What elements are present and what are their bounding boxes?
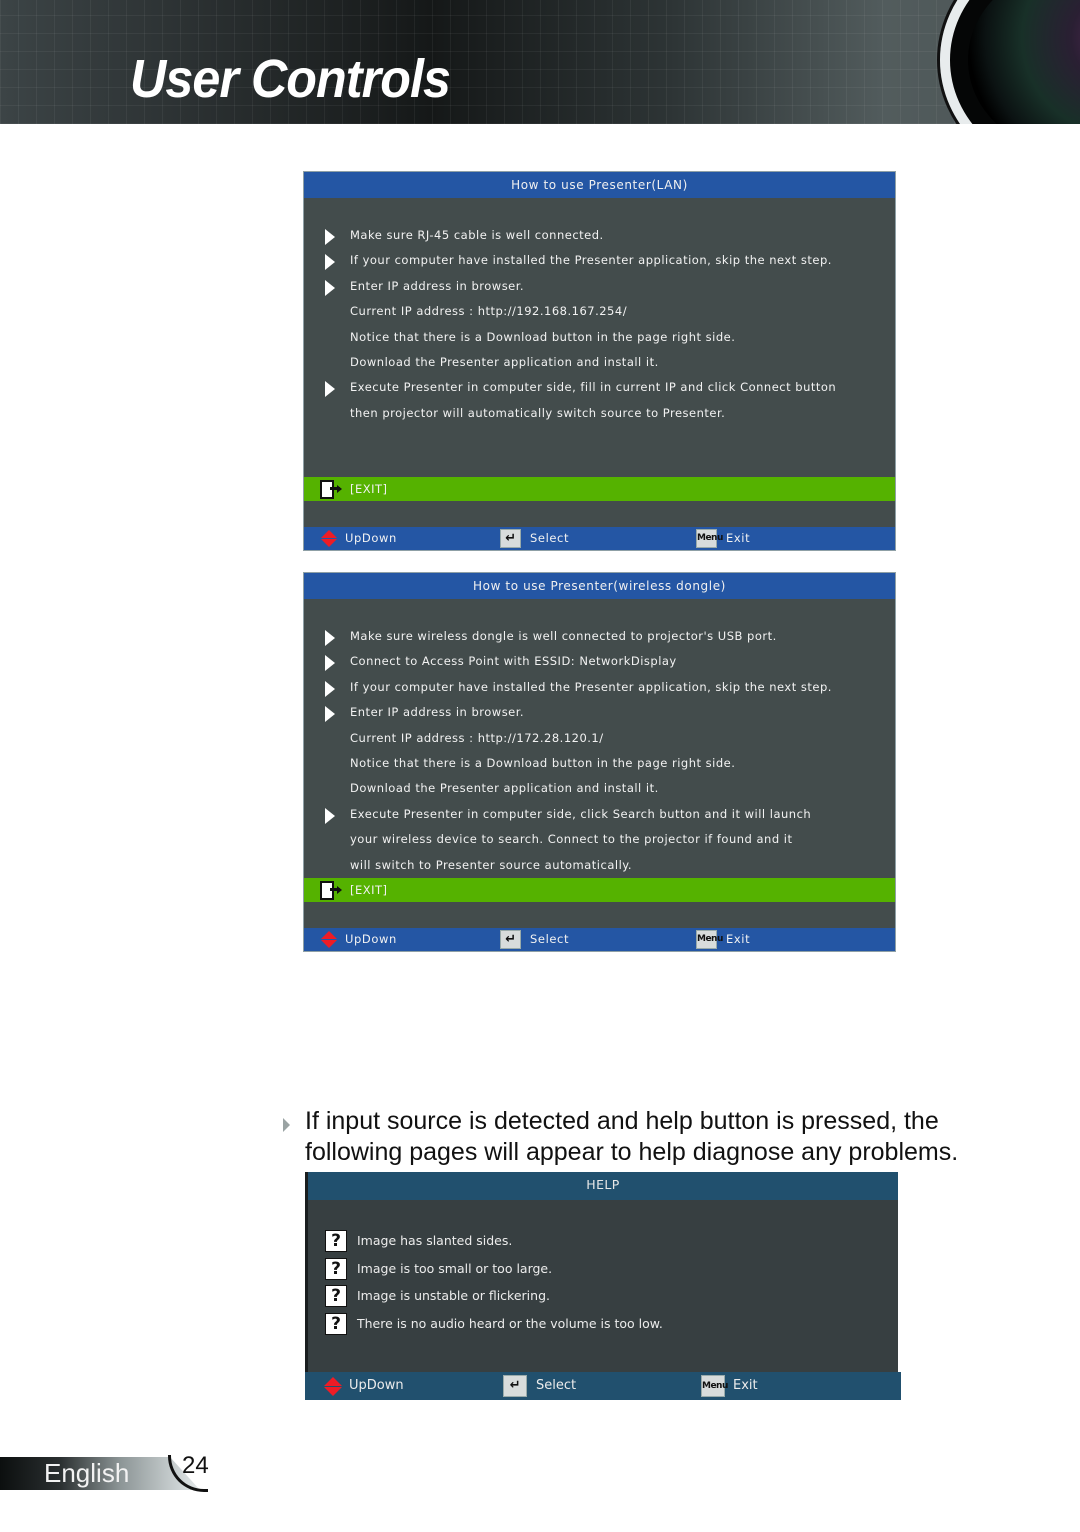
- bullet-arrow-icon: [325, 680, 335, 697]
- help-item[interactable]: ? Image is too small or too large.: [308, 1256, 898, 1282]
- instruction-row: Execute Presenter in computer side, fill…: [304, 375, 895, 400]
- bullet-arrow-icon: [325, 381, 335, 398]
- exit-door-icon: [320, 881, 340, 900]
- instruction-text: Connect to Access Point with ESSID: Netw…: [350, 654, 677, 669]
- help-item-label: There is no audio heard or the volume is…: [357, 1315, 663, 1331]
- updown-icon: [321, 931, 337, 949]
- instruction-text: will switch to Presenter source automati…: [350, 857, 633, 872]
- instruction-text: Download the Presenter application and i…: [350, 355, 659, 369]
- page-number: 24: [182, 1452, 209, 1479]
- instruction-text: Enter IP address in browser.: [350, 278, 525, 293]
- instruction-text: Make sure RJ-45 cable is well connected.: [350, 228, 604, 242]
- exit-menu-item[interactable]: [EXIT]: [304, 477, 895, 501]
- osd-footer: UpDown ↵ Select Menu Exit: [304, 527, 895, 550]
- lens-image: [940, 0, 1080, 124]
- instruction-row: Connect to Access Point with ESSID: Netw…: [304, 649, 895, 674]
- osd-footer: UpDown ↵ Select Menu Exit: [304, 928, 895, 951]
- updown-icon: [321, 530, 337, 548]
- select-label: Select: [530, 531, 570, 545]
- bullet-arrow-icon: [325, 630, 335, 646]
- exit-door-icon: [320, 480, 340, 499]
- exit-arrow-icon: [337, 886, 342, 894]
- instruction-row: Make sure wireless dongle is well connec…: [304, 624, 895, 649]
- instruction-row: If your computer have installed the Pres…: [304, 248, 895, 273]
- updown-label: UpDown: [349, 1378, 404, 1393]
- osd-title: HELP: [308, 1172, 898, 1200]
- instruction-row: Execute Presenter in computer side, clic…: [304, 802, 895, 827]
- osd-title: How to use Presenter(wireless dongle): [304, 573, 895, 599]
- exit-label: [EXIT]: [350, 482, 388, 496]
- instruction-text: Execute Presenter in computer side, fill…: [350, 380, 837, 395]
- instruction-row: Make sure RJ-45 cable is well connected.: [304, 223, 895, 248]
- question-mark-icon: ?: [325, 1230, 347, 1252]
- instruction-row: Current IP address : http://192.168.167.…: [304, 299, 895, 324]
- instruction-row: Notice that there is a Download button i…: [304, 325, 895, 350]
- instruction-row: Notice that there is a Download button i…: [304, 751, 895, 776]
- enter-key-icon: ↵: [503, 1375, 527, 1397]
- updown-label: UpDown: [345, 531, 397, 545]
- question-mark-icon: ?: [325, 1285, 347, 1307]
- instruction-text: Make sure wireless dongle is well connec…: [350, 629, 777, 643]
- help-item[interactable]: ? Image is unstable or flickering.: [308, 1283, 898, 1309]
- question-mark-icon: ?: [325, 1257, 347, 1280]
- instruction-text: your wireless device to search. Connect …: [350, 832, 793, 847]
- bullet-arrow-icon: [325, 655, 335, 672]
- instruction-row: Current IP address : http://172.28.120.1…: [304, 726, 895, 751]
- instruction-text: Current IP address : http://192.168.167.…: [350, 304, 628, 319]
- instruction-row: your wireless device to search. Connect …: [304, 827, 895, 852]
- instruction-text: Execute Presenter in computer side, clic…: [350, 806, 812, 821]
- help-item-label: Image is too small or too large.: [357, 1260, 553, 1276]
- instruction-text: Download the Presenter application and i…: [350, 781, 659, 796]
- updown-label: UpDown: [345, 932, 397, 946]
- instruction-text: Notice that there is a Download button i…: [350, 329, 736, 344]
- instruction-row: Enter IP address in browser.: [304, 700, 895, 725]
- instruction-text: then projector will automatically switch…: [350, 405, 726, 420]
- menu-key-icon: Menu: [696, 930, 723, 949]
- instruction-text: If your computer have installed the Pres…: [350, 253, 832, 268]
- exit-arrow-icon: [337, 485, 342, 493]
- exit-label: [EXIT]: [350, 883, 388, 897]
- bullet-arrow-icon: [325, 229, 335, 245]
- osd-window-wireless: How to use Presenter(wireless dongle) Ma…: [303, 572, 896, 952]
- help-intro-text: If input source is detected and help but…: [305, 1107, 959, 1166]
- instruction-row: Download the Presenter application and i…: [304, 776, 895, 801]
- instruction-row: Download the Presenter application and i…: [304, 350, 895, 375]
- bullet-arrow-icon: [325, 706, 335, 723]
- instruction-row: will switch to Presenter source automati…: [304, 853, 895, 878]
- instruction-row: If your computer have installed the Pres…: [304, 675, 895, 700]
- instruction-text: Notice that there is a Download button i…: [350, 756, 736, 770]
- exit-footer-label: Exit: [726, 531, 751, 545]
- menu-key-icon: Menu: [701, 1375, 728, 1397]
- page-title: User Controls: [130, 49, 451, 109]
- instruction-text: If your computer have installed the Pres…: [350, 679, 832, 694]
- osd-title: How to use Presenter(LAN): [304, 172, 895, 198]
- instruction-row: Enter IP address in browser.: [304, 274, 895, 299]
- exit-footer-label: Exit: [726, 932, 751, 946]
- osd-footer: UpDown ↵ Select Menu Exit: [305, 1372, 901, 1400]
- question-mark-icon: ?: [325, 1312, 347, 1335]
- updown-icon: [324, 1377, 342, 1397]
- bullet-arrow-icon: [325, 279, 335, 296]
- osd-window-help: HELP ? Image has slanted sides.? Image is …: [305, 1172, 901, 1400]
- select-label: Select: [536, 1378, 577, 1393]
- bullet-arrow-icon: [325, 807, 335, 824]
- help-item-label: Image has slanted sides.: [357, 1233, 513, 1248]
- help-item[interactable]: ? Image has slanted sides.: [308, 1228, 898, 1254]
- bullet-arrow-icon: [325, 254, 335, 271]
- help-item[interactable]: ? There is no audio heard or the volume i…: [308, 1311, 898, 1337]
- osd-window-lan: How to use Presenter(LAN) Make sure RJ-4…: [303, 171, 896, 551]
- menu-key-icon: Menu: [696, 529, 723, 548]
- header-banner: User Controls: [0, 0, 1080, 124]
- language-label: English: [44, 1458, 130, 1488]
- instruction-text: Current IP address : http://172.28.120.1…: [350, 730, 604, 745]
- help-item-label: Image is unstable or flickering.: [357, 1288, 550, 1303]
- select-label: Select: [530, 932, 570, 946]
- instruction-text: Enter IP address in browser.: [350, 705, 525, 720]
- exit-footer-label: Exit: [733, 1378, 758, 1393]
- bullet-arrow-icon: [283, 1118, 290, 1132]
- instruction-row: then projector will automatically switch…: [304, 401, 895, 426]
- enter-key-icon: ↵: [500, 930, 521, 949]
- exit-menu-item[interactable]: [EXIT]: [304, 878, 895, 902]
- enter-key-icon: ↵: [500, 529, 521, 548]
